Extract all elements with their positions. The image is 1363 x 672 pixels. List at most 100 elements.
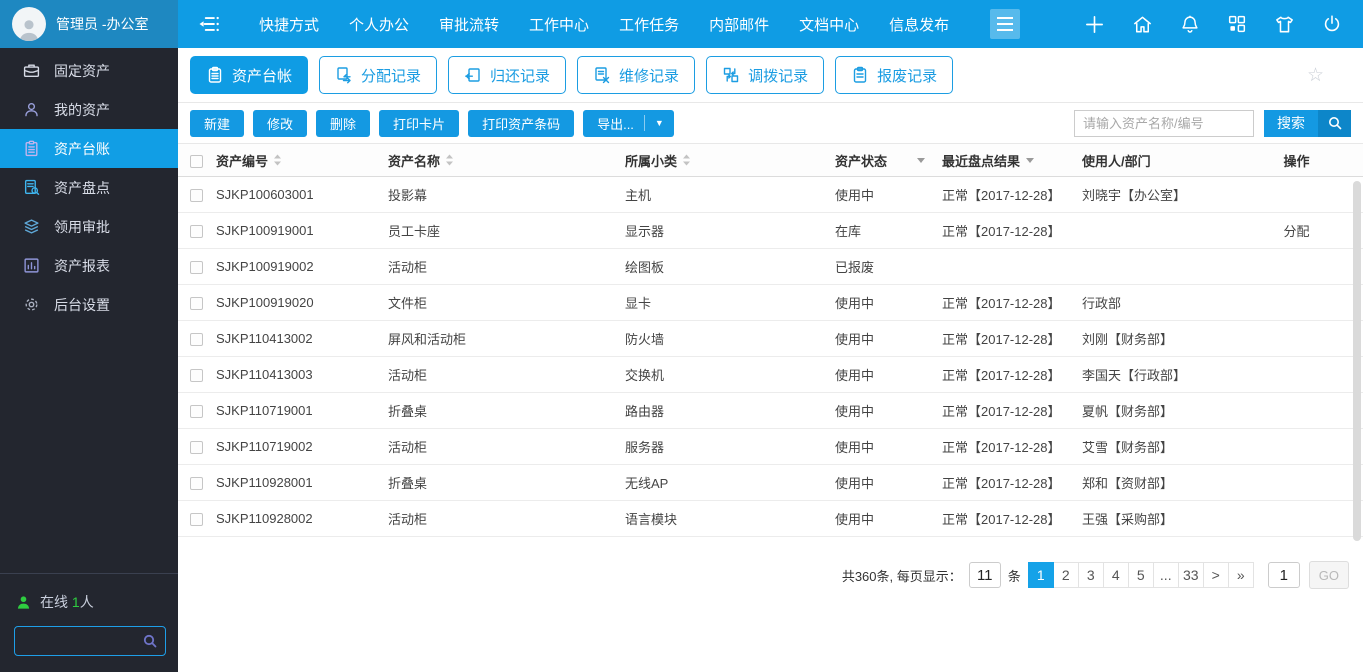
- layers-icon: [24, 219, 39, 234]
- page-button[interactable]: ...: [1152, 562, 1179, 588]
- row-checkbox[interactable]: [190, 441, 203, 455]
- table-row: SJKP100603001 投影幕 主机 使用中 正常【2017-12-28】 刘晓宇【办…: [178, 177, 1363, 213]
- row-checkbox[interactable]: [190, 477, 203, 491]
- inventory-result-cell: 正常【2017-12-28】: [942, 440, 1061, 455]
- tab-scrap-records[interactable]: 报废记录: [835, 56, 954, 94]
- header-inventory-result[interactable]: 最近盘点结果: [942, 151, 1082, 170]
- asset-category-cell: 主机: [625, 188, 652, 203]
- sidebar: 固定资产 我的资产 资产台账 资产盘点 领用审批 资产报表 后台设置 在线 1人: [0, 48, 178, 672]
- pagination: 共360条, 每页显示： 条 12345...33>» GO: [178, 537, 1363, 589]
- go-button[interactable]: GO: [1308, 561, 1349, 589]
- page-button[interactable]: 4: [1102, 562, 1129, 588]
- select-all-checkbox[interactable]: [190, 154, 203, 168]
- row-checkbox[interactable]: [190, 333, 203, 347]
- tab-repair-records[interactable]: 维修记录: [577, 56, 696, 94]
- sidebar-item-backend-settings[interactable]: 后台设置: [0, 285, 178, 324]
- asset-status-cell: 在库: [835, 224, 862, 239]
- sidebar-item-label: 领用审批: [54, 218, 110, 235]
- new-button[interactable]: 新建: [190, 109, 245, 137]
- nav-item-work-tasks[interactable]: 工作任务: [619, 14, 679, 35]
- nav-item-shortcuts[interactable]: 快捷方式: [259, 14, 319, 35]
- tab-transfer-records[interactable]: 调拨记录: [706, 56, 825, 94]
- nav-item-info-publish[interactable]: 信息发布: [889, 14, 949, 35]
- ledger-icon: [25, 140, 38, 157]
- tab-return-records[interactable]: 归还记录: [448, 56, 567, 94]
- asset-status-cell: 使用中: [835, 404, 875, 419]
- tab-asset-ledger[interactable]: 资产台帐: [190, 56, 309, 94]
- print-card-button[interactable]: 打印卡片: [379, 109, 460, 137]
- asset-status-cell: 使用中: [835, 296, 875, 311]
- row-checkbox[interactable]: [190, 261, 203, 275]
- header-asset-id[interactable]: 资产编号: [216, 151, 388, 170]
- page-button[interactable]: »: [1227, 562, 1254, 588]
- header-category[interactable]: 所属小类: [625, 151, 835, 170]
- filter-caret-icon[interactable]: [916, 156, 926, 164]
- sidebar-item-asset-inventory[interactable]: 资产盘点: [0, 168, 178, 207]
- edit-button[interactable]: 修改: [253, 109, 308, 137]
- more-menu-icon[interactable]: [990, 9, 1021, 39]
- nav-item-document-center[interactable]: 文档中心: [799, 14, 859, 35]
- delete-button[interactable]: 删除: [316, 109, 371, 137]
- row-checkbox[interactable]: [190, 513, 203, 527]
- favorite-star-icon[interactable]: ☆: [1307, 66, 1351, 85]
- sidebar-item-my-assets[interactable]: 我的资产: [0, 90, 178, 129]
- sidebar-item-requisition-approval[interactable]: 领用审批: [0, 207, 178, 246]
- nav-item-personal-office[interactable]: 个人办公: [349, 14, 409, 35]
- table-row: SJKP110719001 折叠桌 路由器 使用中 正常【2017-12-28】 夏帆【财…: [178, 393, 1363, 429]
- asset-user-cell: 夏帆【财务部】: [1082, 404, 1174, 419]
- menu-collapse-icon[interactable]: [196, 11, 222, 37]
- asset-category-cell: 无线AP: [625, 476, 669, 491]
- export-dropdown-button[interactable]: 导出... ▼: [583, 109, 674, 137]
- sort-icon[interactable]: [273, 154, 282, 166]
- sidebar-item-fixed-assets[interactable]: 固定资产: [0, 51, 178, 90]
- nav-item-internal-mail[interactable]: 内部邮件: [709, 14, 769, 35]
- sidebar-search-icon[interactable]: [142, 633, 158, 649]
- top-nav: 快捷方式 个人办公 审批流转 工作中心 工作任务 内部邮件 文档中心 信息发布: [178, 0, 1021, 48]
- page-button[interactable]: 3: [1077, 562, 1104, 588]
- inventory-result-cell: 正常【2017-12-28】: [942, 188, 1061, 203]
- avatar: [12, 7, 46, 41]
- row-checkbox[interactable]: [190, 405, 203, 419]
- bell-icon[interactable]: [1179, 13, 1201, 35]
- asset-name-cell: 活动柜: [388, 368, 428, 383]
- clipboard-scrap-icon: [853, 66, 867, 83]
- sidebar-item-asset-ledger[interactable]: 资产台账: [0, 129, 178, 168]
- row-checkbox[interactable]: [190, 369, 203, 383]
- asset-id-cell: SJKP100919001: [216, 223, 314, 238]
- user-panel[interactable]: 管理员 -办公室: [0, 0, 178, 48]
- sort-icon[interactable]: [445, 154, 454, 166]
- page-button-active[interactable]: 1: [1027, 562, 1054, 588]
- home-icon[interactable]: [1131, 13, 1154, 36]
- row-checkbox[interactable]: [190, 297, 203, 311]
- power-icon[interactable]: [1321, 13, 1343, 35]
- header-status[interactable]: 资产状态: [835, 151, 942, 170]
- header-asset-name[interactable]: 资产名称: [388, 151, 625, 170]
- search-button[interactable]: 搜索: [1264, 109, 1351, 137]
- vertical-scrollbar[interactable]: [1353, 181, 1361, 541]
- inventory-result-cell: 正常【2017-12-28】: [942, 404, 1061, 419]
- apps-grid-icon[interactable]: [1226, 13, 1248, 35]
- page-button[interactable]: >: [1202, 562, 1229, 588]
- sidebar-menu: 固定资产 我的资产 资产台账 资产盘点 领用审批 资产报表 后台设置: [0, 48, 178, 324]
- shirt-icon[interactable]: [1273, 13, 1296, 36]
- tab-allocation-records[interactable]: 分配记录: [319, 56, 438, 94]
- row-checkbox[interactable]: [190, 189, 203, 203]
- row-checkbox[interactable]: [190, 225, 203, 239]
- per-page-input[interactable]: [968, 562, 1001, 588]
- page-button[interactable]: 5: [1127, 562, 1154, 588]
- nav-item-work-center[interactable]: 工作中心: [529, 14, 589, 35]
- row-action-link[interactable]: 分配: [1230, 221, 1363, 240]
- asset-user-cell: 郑和【资财部】: [1082, 476, 1174, 491]
- print-barcode-button[interactable]: 打印资产条码: [468, 109, 575, 137]
- plus-icon[interactable]: [1083, 13, 1106, 36]
- asset-user-cell: 王强【采购部】: [1082, 512, 1174, 527]
- sidebar-item-asset-reports[interactable]: 资产报表: [0, 246, 178, 285]
- nav-item-approval-flow[interactable]: 审批流转: [439, 14, 499, 35]
- goto-page-input[interactable]: [1267, 562, 1300, 588]
- sort-icon[interactable]: [682, 154, 691, 166]
- filter-caret-icon[interactable]: [1025, 156, 1035, 164]
- page-button[interactable]: 33: [1177, 562, 1204, 588]
- sidebar-search: [14, 626, 166, 656]
- asset-search-input[interactable]: [1074, 109, 1254, 137]
- page-button[interactable]: 2: [1052, 562, 1079, 588]
